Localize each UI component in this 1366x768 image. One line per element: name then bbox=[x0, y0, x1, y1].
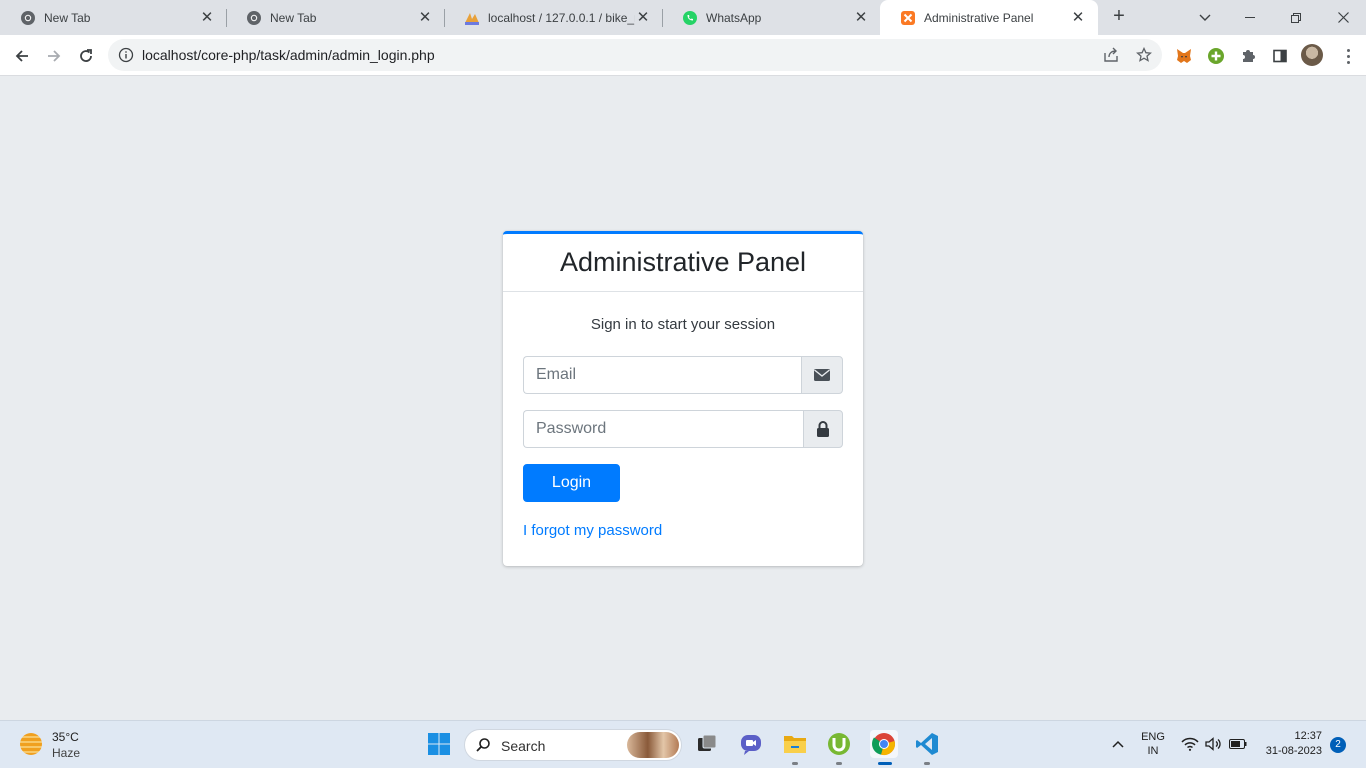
close-window-button[interactable] bbox=[1321, 0, 1365, 35]
login-button[interactable]: Login bbox=[523, 464, 620, 502]
region-code: IN bbox=[1147, 745, 1159, 757]
password-input-group bbox=[523, 410, 843, 448]
new-tab-button[interactable]: + bbox=[1108, 6, 1130, 28]
chrome-icon bbox=[20, 10, 36, 26]
page-title: Administrative Panel bbox=[559, 247, 807, 277]
xampp-icon bbox=[900, 10, 916, 26]
card-header: Administrative Panel bbox=[503, 234, 863, 292]
tab-title: WhatsApp bbox=[706, 10, 762, 25]
close-icon[interactable]: ✕ bbox=[635, 9, 651, 26]
clock-date: 31-08-2023 bbox=[1265, 745, 1322, 757]
forgot-password-link[interactable]: I forgot my password bbox=[523, 522, 662, 539]
bookmark-star-icon[interactable] bbox=[1134, 45, 1154, 65]
password-field[interactable] bbox=[523, 410, 803, 448]
back-button[interactable] bbox=[8, 42, 36, 70]
weather-condition[interactable]: Haze bbox=[52, 746, 80, 760]
notification-count-badge[interactable]: 2 bbox=[1330, 737, 1346, 753]
email-field[interactable] bbox=[523, 356, 801, 394]
teams-chat-icon[interactable] bbox=[738, 731, 764, 757]
search-icon bbox=[476, 738, 490, 752]
restore-button[interactable] bbox=[1274, 0, 1318, 35]
tab-title: localhost / 127.0.0.1 / bike_m bbox=[488, 10, 635, 25]
taskbar-search[interactable]: Search bbox=[464, 729, 682, 761]
weather-haze-icon[interactable] bbox=[20, 733, 42, 755]
tab-administrative-panel[interactable]: Administrative Panel ✕ bbox=[880, 0, 1098, 35]
chrome-taskbar-icon[interactable] bbox=[870, 730, 898, 758]
tab-strip: New Tab ✕ New Tab ✕ localhost / 127.0.0.… bbox=[0, 0, 1366, 35]
tab-new-tab-1[interactable]: New Tab ✕ bbox=[0, 0, 227, 35]
login-card: Administrative Panel Sign in to start yo… bbox=[503, 231, 863, 566]
task-view-icon[interactable] bbox=[694, 731, 720, 757]
minimize-button[interactable] bbox=[1228, 0, 1272, 35]
close-icon[interactable]: ✕ bbox=[417, 9, 433, 26]
address-bar[interactable]: localhost/core-php/task/admin/admin_logi… bbox=[108, 39, 1162, 71]
phpmyadmin-icon bbox=[464, 10, 480, 26]
tab-search-chevron-icon[interactable] bbox=[1183, 0, 1227, 35]
battery-icon[interactable] bbox=[1228, 731, 1248, 757]
chrome-icon bbox=[246, 10, 262, 26]
profile-avatar[interactable] bbox=[1301, 44, 1323, 66]
extension-plus-icon[interactable] bbox=[1205, 45, 1227, 67]
input-language[interactable]: ENG IN bbox=[1136, 731, 1170, 757]
clock[interactable]: 12:37 31-08-2023 bbox=[1256, 730, 1328, 757]
search-highlight-image bbox=[627, 732, 679, 758]
info-icon[interactable] bbox=[118, 47, 134, 63]
envelope-icon bbox=[801, 356, 843, 394]
extensions-puzzle-icon[interactable] bbox=[1237, 45, 1259, 67]
side-panel-icon[interactable] bbox=[1269, 45, 1291, 67]
browser-toolbar: localhost/core-php/task/admin/admin_logi… bbox=[0, 35, 1366, 76]
tab-title: New Tab bbox=[44, 10, 91, 25]
vscode-icon[interactable] bbox=[914, 731, 940, 757]
lock-icon bbox=[803, 410, 843, 448]
search-label: Search bbox=[501, 738, 546, 754]
utorrent-icon[interactable] bbox=[826, 731, 852, 757]
forward-button[interactable] bbox=[40, 42, 68, 70]
email-input-group bbox=[523, 356, 843, 394]
share-icon[interactable] bbox=[1101, 45, 1121, 65]
clock-time: 12:37 bbox=[1294, 730, 1322, 742]
windows-taskbar: 35°C Haze Search ENG IN 12:37 31-08-2023… bbox=[0, 720, 1366, 768]
url-text: localhost/core-php/task/admin/admin_logi… bbox=[142, 47, 435, 63]
windows-start-icon[interactable] bbox=[426, 731, 452, 757]
tab-new-tab-2[interactable]: New Tab ✕ bbox=[226, 0, 445, 35]
close-icon[interactable]: ✕ bbox=[199, 9, 215, 26]
language-code: ENG bbox=[1141, 731, 1165, 743]
volume-icon[interactable] bbox=[1204, 731, 1224, 757]
whatsapp-icon bbox=[682, 10, 698, 26]
tab-title: Administrative Panel bbox=[924, 10, 1034, 25]
tab-phpmyadmin[interactable]: localhost / 127.0.0.1 / bike_m ✕ bbox=[444, 0, 663, 35]
close-icon[interactable]: ✕ bbox=[1070, 9, 1086, 26]
tab-whatsapp[interactable]: WhatsApp ✕ bbox=[662, 0, 881, 35]
reload-button[interactable] bbox=[72, 42, 100, 70]
close-icon[interactable]: ✕ bbox=[853, 9, 869, 26]
tab-title: New Tab bbox=[270, 10, 317, 25]
wifi-icon[interactable] bbox=[1180, 731, 1200, 757]
weather-temperature[interactable]: 35°C bbox=[52, 730, 79, 744]
menu-more-icon[interactable] bbox=[1340, 45, 1356, 67]
login-box-message: Sign in to start your session bbox=[590, 316, 776, 333]
show-hidden-icons-chevron[interactable] bbox=[1106, 731, 1130, 757]
metamask-icon[interactable] bbox=[1173, 45, 1195, 67]
file-explorer-icon[interactable] bbox=[782, 731, 808, 757]
